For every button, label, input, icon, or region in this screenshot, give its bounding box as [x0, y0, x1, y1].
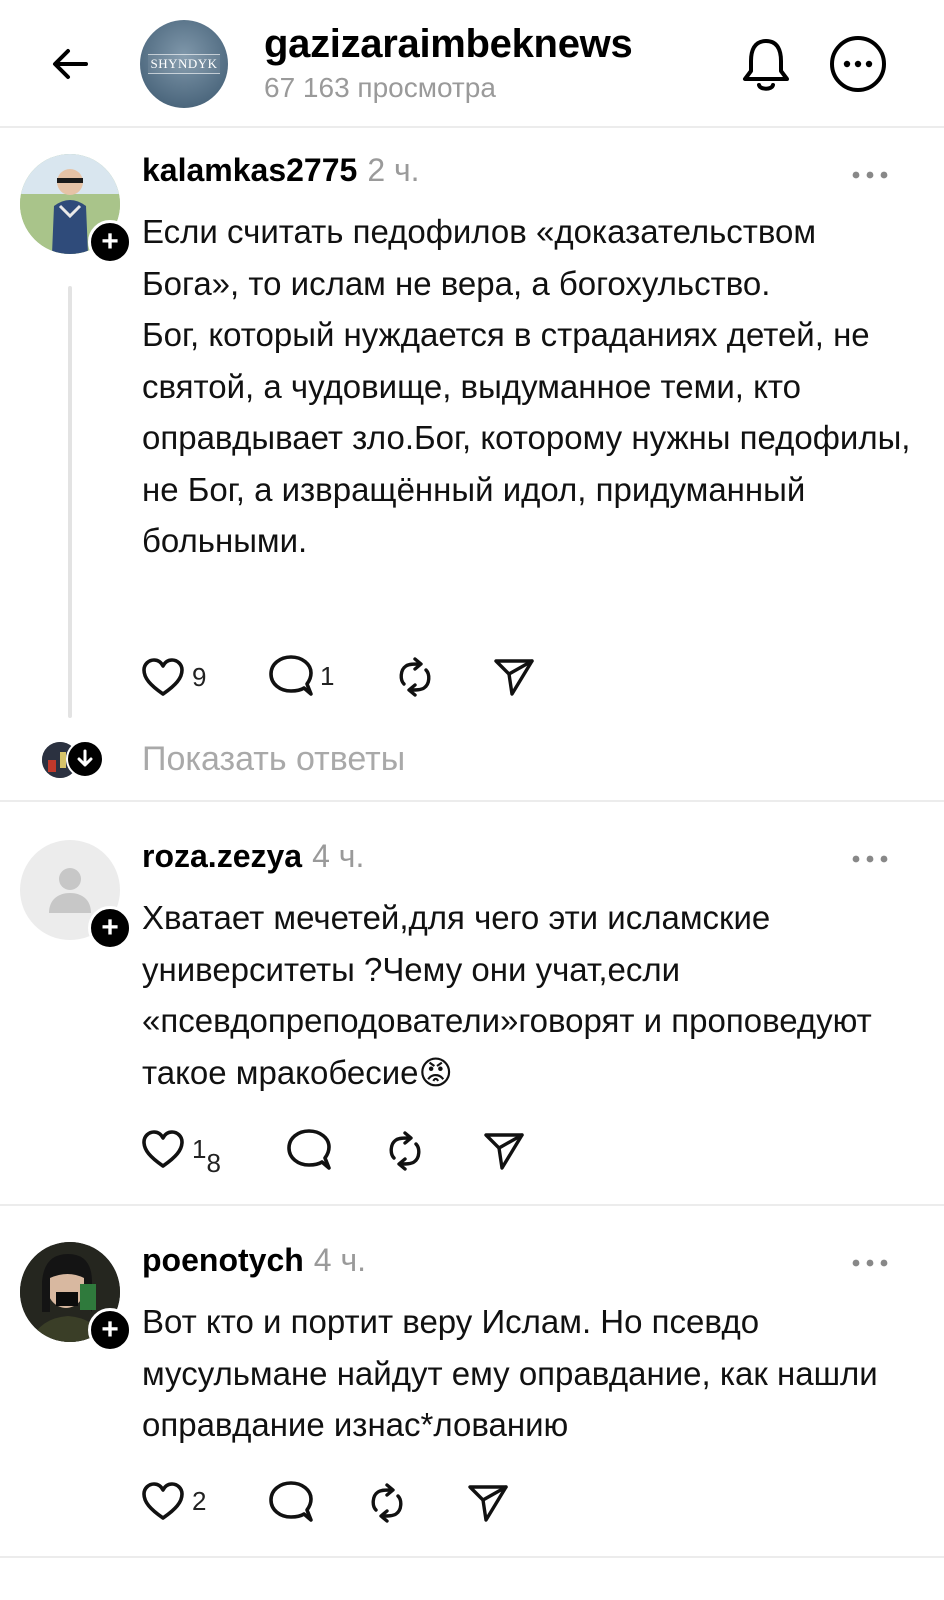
arrow-left-icon	[53, 49, 88, 79]
share-button[interactable]	[482, 1130, 526, 1172]
bell-button[interactable]	[738, 34, 794, 94]
follow-plus-button[interactable]: +	[88, 906, 132, 950]
comment-username[interactable]: kalamkas2775	[142, 152, 357, 188]
reply-button[interactable]	[268, 1480, 314, 1524]
reply-button[interactable]	[286, 1128, 332, 1172]
repost-button[interactable]	[384, 1130, 426, 1172]
channel-name[interactable]: gazizaraimbeknews	[264, 22, 633, 67]
channel-views: 67 163 просмотра	[264, 72, 496, 103]
like-count: 1	[192, 1133, 207, 1164]
reply-count: 1	[320, 660, 335, 691]
comment-text: Вот кто и портит веру Ислам. Но псевдо м…	[142, 1303, 887, 1443]
more-dots-icon	[852, 171, 888, 179]
comment-header: kalamkas2775 2 ч.	[142, 152, 420, 189]
comment-text: Если считать педофилов «доказательством …	[142, 213, 911, 559]
heart-icon	[142, 658, 184, 696]
share-button[interactable]	[466, 1482, 510, 1524]
more-options-button[interactable]	[828, 34, 888, 94]
comment-divider	[0, 800, 944, 802]
more-dots-icon	[852, 1259, 888, 1267]
show-replies-link[interactable]: Показать ответы	[142, 740, 405, 779]
like-button[interactable]: 18	[140, 1128, 221, 1178]
comment-bubble-icon	[269, 1481, 313, 1522]
default-user-icon	[49, 868, 91, 913]
follow-plus-button[interactable]: +	[88, 220, 132, 264]
bell-icon	[743, 39, 789, 91]
comment-time: 2 ч.	[367, 152, 420, 188]
like-count-sub: 8	[206, 1147, 221, 1178]
repost-icon	[399, 657, 431, 697]
header-divider	[0, 126, 944, 128]
comment-time: 4 ч.	[313, 1242, 367, 1278]
comment-more-button[interactable]	[846, 844, 894, 874]
like-count: 9	[192, 661, 207, 692]
arrow-down-icon	[77, 749, 93, 767]
repost-icon	[371, 1483, 403, 1523]
more-dots-icon	[852, 855, 888, 863]
comment-username[interactable]: roza.zezya	[142, 838, 302, 874]
repost-icon	[389, 1131, 421, 1171]
like-button[interactable]: 9	[140, 656, 206, 698]
comment-divider	[0, 1204, 944, 1206]
channel-logo-text: SHYNDYK	[148, 54, 220, 74]
comment-username[interactable]: poenotych	[142, 1242, 304, 1278]
more-circle-icon	[830, 36, 886, 92]
heart-icon	[142, 1482, 184, 1520]
comment-text: Хватает мечетей,для чего эти исламские у…	[142, 899, 881, 1091]
follow-plus-button[interactable]: +	[88, 1308, 132, 1352]
reply-button[interactable]: 1	[268, 654, 334, 698]
back-button[interactable]	[44, 38, 96, 90]
comment-more-button[interactable]	[846, 160, 894, 190]
comment-header: roza.zezya 4 ч.	[142, 838, 364, 875]
comment-bubble-icon	[269, 655, 313, 696]
like-button[interactable]: 2	[140, 1480, 206, 1522]
repost-button[interactable]	[394, 656, 436, 698]
channel-avatar[interactable]: SHYNDYK	[140, 20, 228, 108]
comment-time: 4 ч.	[312, 838, 365, 874]
expand-replies-button[interactable]	[66, 740, 104, 778]
thread-line	[68, 286, 72, 718]
comment-more-button[interactable]	[846, 1248, 894, 1278]
like-count: 2	[192, 1485, 207, 1516]
share-button[interactable]	[492, 656, 536, 698]
comment-divider	[0, 1556, 944, 1558]
send-icon	[494, 659, 534, 696]
send-icon	[484, 1133, 524, 1170]
comment-header: poenotych 4 ч.	[142, 1242, 366, 1279]
send-icon	[468, 1485, 508, 1522]
heart-icon	[142, 1130, 184, 1168]
comment-bubble-icon	[287, 1129, 331, 1170]
repost-button[interactable]	[366, 1482, 408, 1524]
